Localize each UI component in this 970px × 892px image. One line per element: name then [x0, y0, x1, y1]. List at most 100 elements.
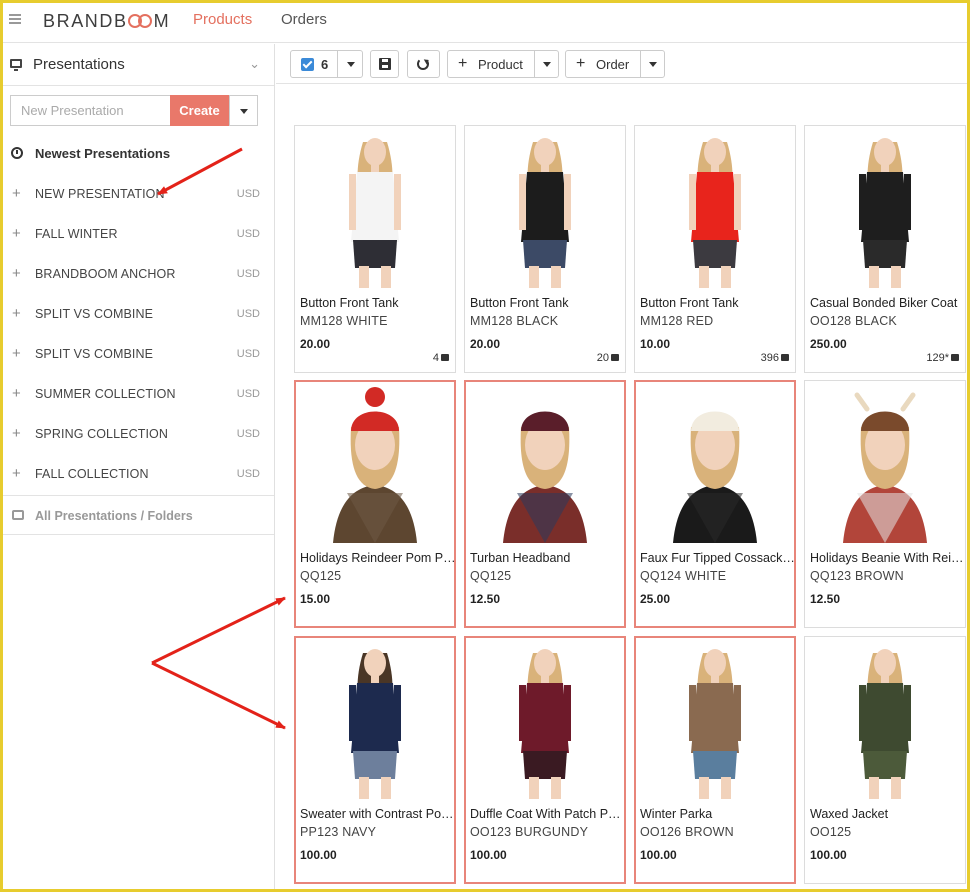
- product-card[interactable]: Sweater with Contrast Pocket PP123 NAVY 10…: [294, 636, 456, 884]
- product-code: OO128 BLACK: [810, 314, 897, 328]
- stock-count: 396: [761, 352, 789, 364]
- product-name: Holidays Beanie With Reindeer Ears: [810, 551, 966, 565]
- product-card[interactable]: Turban Headband QQ125 12.50: [464, 380, 626, 628]
- presentation-item[interactable]: + SUMMER COLLECTION USD: [3, 374, 274, 414]
- presentation-currency: USD: [236, 348, 260, 360]
- product-name: Turban Headband: [470, 551, 571, 565]
- product-price: 20.00: [300, 337, 331, 351]
- product-price: 100.00: [810, 848, 847, 862]
- product-code: QQ123 BROWN: [810, 569, 904, 583]
- logo-text-tail: M: [153, 11, 171, 31]
- presentation-item[interactable]: + BRANDBOOM ANCHOR USD: [3, 254, 274, 294]
- selection-dropdown-caret-icon[interactable]: [347, 62, 355, 67]
- checkbox-checked-icon[interactable]: [301, 58, 314, 71]
- create-dropdown-button[interactable]: [229, 95, 258, 126]
- product-card[interactable]: Waxed Jacket OO125 100.00: [804, 636, 966, 884]
- product-card[interactable]: Holidays Reindeer Pom Pom Beanie QQ125 15.…: [294, 380, 456, 628]
- add-order-label[interactable]: Order: [596, 57, 629, 72]
- product-code: OO125: [810, 825, 852, 839]
- chevron-down-icon[interactable]: ⌄: [249, 56, 260, 72]
- monitor-icon: [10, 59, 22, 71]
- tab-products[interactable]: Products: [193, 11, 252, 28]
- product-name: Holidays Reindeer Pom Pom Beanie: [300, 551, 456, 565]
- add-product-label[interactable]: Product: [478, 57, 523, 72]
- product-card[interactable]: Holidays Beanie With Reindeer Ears QQ123 …: [804, 380, 966, 628]
- products-toolbar: 6 + Product + Order: [276, 44, 967, 84]
- plus-icon[interactable]: +: [576, 55, 585, 73]
- divider: [337, 51, 338, 77]
- product-name: Sweater with Contrast Pocket: [300, 807, 456, 821]
- stock-value: 20: [596, 352, 609, 364]
- plus-icon[interactable]: +: [12, 466, 21, 481]
- plus-icon[interactable]: +: [12, 226, 21, 241]
- product-card[interactable]: Button Front Tank MM128 WHITE 20.00 4: [294, 125, 456, 373]
- product-card[interactable]: Winter Parka OO126 BROWN 100.00: [634, 636, 796, 884]
- product-code: OO126 BROWN: [640, 825, 734, 839]
- presentation-item[interactable]: + FALL WINTER USD: [3, 214, 274, 254]
- product-photo: [651, 128, 779, 288]
- menu-icon[interactable]: [9, 14, 21, 24]
- product-price: 100.00: [470, 848, 507, 862]
- presentations-header[interactable]: Presentations ⌄: [3, 44, 274, 86]
- plus-icon[interactable]: +: [458, 55, 467, 73]
- presentations-sidebar: Presentations ⌄ Create Newest Presentati…: [3, 44, 275, 889]
- presentation-item[interactable]: + SPLIT VS COMBINE USD: [3, 334, 274, 374]
- product-price: 100.00: [300, 848, 337, 862]
- presentation-name: NEW PRESENTATION: [35, 187, 165, 201]
- presentation-item[interactable]: + SPLIT VS COMBINE USD: [3, 294, 274, 334]
- product-code: PP123 NAVY: [300, 825, 377, 839]
- product-photo: [821, 639, 949, 799]
- refresh-button[interactable]: [407, 50, 440, 78]
- presentation-item[interactable]: + FALL COLLECTION USD: [3, 454, 274, 494]
- presentation-currency: USD: [236, 388, 260, 400]
- presentation-currency: USD: [236, 468, 260, 480]
- order-dropdown-caret-icon[interactable]: [649, 62, 657, 67]
- product-card[interactable]: Faux Fur Tipped Cossack Hat QQ124 WHITE 25…: [634, 380, 796, 628]
- product-card[interactable]: Casual Bonded Biker Coat OO128 BLACK 250.0…: [804, 125, 966, 373]
- tab-orders[interactable]: Orders: [281, 11, 327, 28]
- plus-icon[interactable]: +: [12, 426, 21, 441]
- new-presentation-input[interactable]: [10, 95, 170, 126]
- plus-icon[interactable]: +: [12, 186, 21, 201]
- add-product-button-group: + Product: [447, 50, 559, 78]
- product-price: 10.00: [640, 337, 671, 351]
- brand-logo[interactable]: BRANDB M: [43, 11, 170, 32]
- product-card[interactable]: Button Front Tank MM128 BLACK 20.00 20: [464, 125, 626, 373]
- presentation-item[interactable]: + SPRING COLLECTION USD: [3, 414, 274, 454]
- new-presentation-form: Create: [10, 95, 258, 126]
- product-price: 12.50: [470, 592, 501, 606]
- presentation-name: FALL COLLECTION: [35, 467, 149, 481]
- product-photo-art: [481, 639, 609, 799]
- product-card[interactable]: Duffle Coat With Patch Pockets OO123 BURG…: [464, 636, 626, 884]
- save-button[interactable]: [370, 50, 399, 78]
- presentations-title: Presentations: [33, 56, 125, 73]
- presentation-list: + NEW PRESENTATION USD + FALL WINTER USD + BR…: [3, 174, 274, 494]
- product-price: 25.00: [640, 592, 671, 606]
- plus-icon[interactable]: +: [12, 306, 21, 321]
- create-button[interactable]: Create: [170, 95, 229, 126]
- product-card[interactable]: Button Front Tank MM128 RED 10.00 396: [634, 125, 796, 373]
- presentation-name: SUMMER COLLECTION: [35, 387, 176, 401]
- product-code: OO123 BURGUNDY: [470, 825, 589, 839]
- product-photo-art: [311, 128, 439, 288]
- product-photo: [481, 128, 609, 288]
- product-photo: [481, 639, 609, 799]
- plus-icon[interactable]: +: [12, 346, 21, 361]
- presentation-name: FALL WINTER: [35, 227, 118, 241]
- stock-box-icon: [611, 354, 619, 361]
- plus-icon[interactable]: +: [12, 386, 21, 401]
- presentation-name: BRANDBOOM ANCHOR: [35, 267, 176, 281]
- all-presentations-link[interactable]: All Presentations / Folders: [3, 495, 274, 535]
- product-code: QQ124 WHITE: [640, 569, 727, 583]
- product-price: 250.00: [810, 337, 847, 351]
- product-photo: [651, 383, 779, 543]
- product-photo-art: [821, 128, 949, 288]
- clock-icon: [11, 147, 23, 159]
- plus-icon[interactable]: +: [12, 266, 21, 281]
- presentation-currency: USD: [236, 268, 260, 280]
- product-price: 12.50: [810, 592, 841, 606]
- divider: [640, 51, 641, 77]
- product-dropdown-caret-icon[interactable]: [543, 62, 551, 67]
- product-name: Button Front Tank: [470, 296, 569, 310]
- presentation-item[interactable]: + NEW PRESENTATION USD: [3, 174, 274, 214]
